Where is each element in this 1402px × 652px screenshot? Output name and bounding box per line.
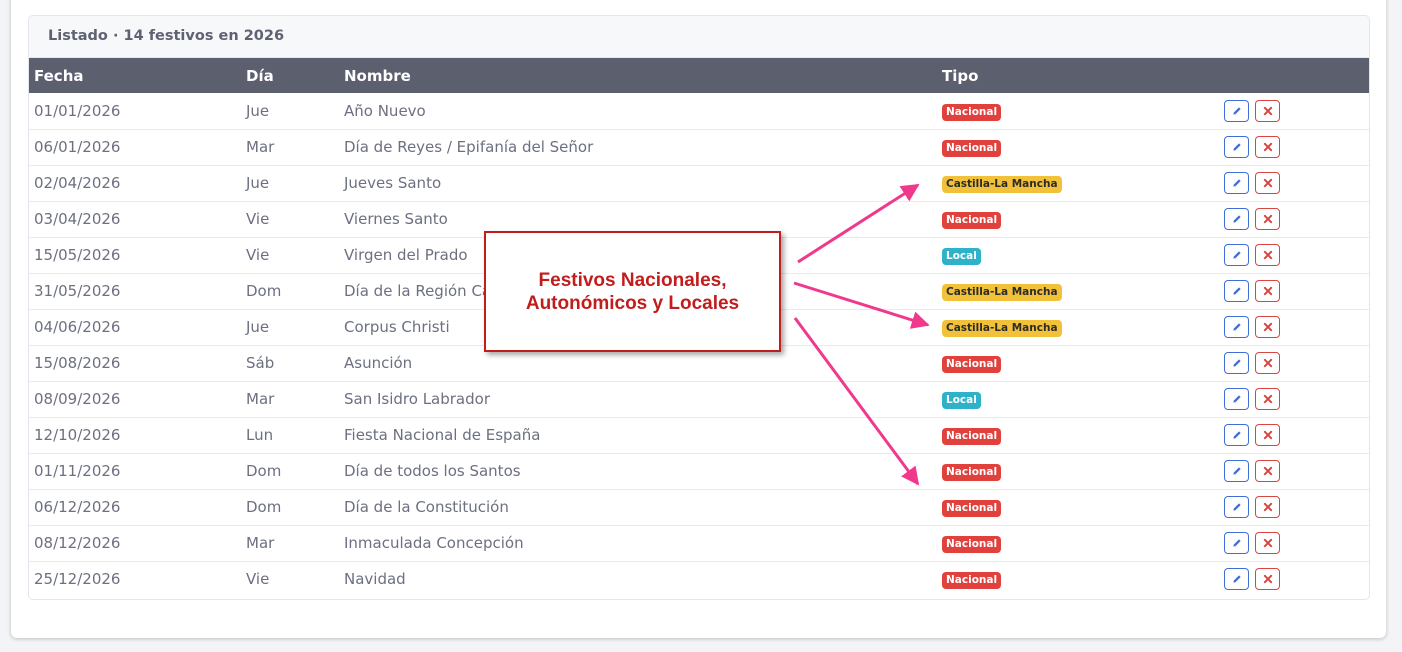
arrow-to-castilla-2 [793,281,930,329]
annotation-callout: Festivos Nacionales, Autonómicos y Local… [484,231,781,352]
arrow-to-castilla-1 [797,183,920,264]
arrow-to-nacional [793,317,920,486]
